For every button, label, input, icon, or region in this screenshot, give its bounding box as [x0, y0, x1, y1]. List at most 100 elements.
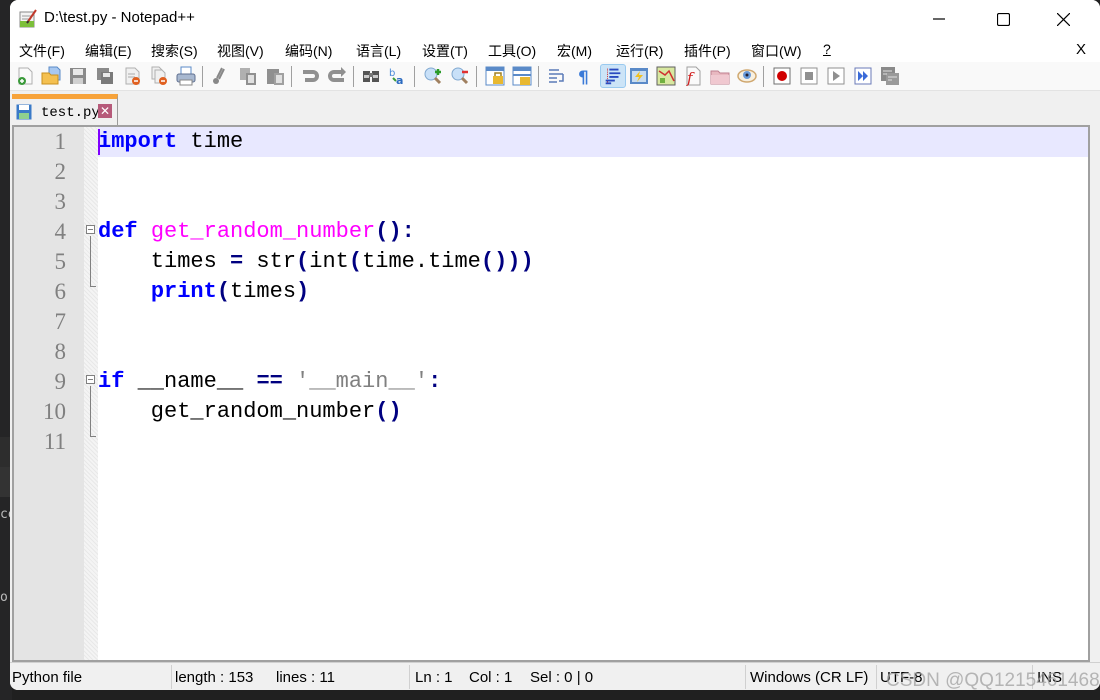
code-area[interactable]: import time def get_random_number(): time…: [98, 127, 1088, 660]
status-divider: [876, 665, 877, 689]
status-line: Ln : 1: [415, 669, 453, 686]
code-token: __name__: [124, 369, 257, 394]
notepadpp-logo-icon: [19, 9, 37, 28]
background-text: o: [0, 590, 8, 605]
menu-language[interactable]: 语言(L): [356, 41, 401, 61]
code-token: times: [230, 279, 297, 304]
menu-edit[interactable]: 编辑(E): [85, 41, 132, 61]
title-bar: D:\test.py - Notepad++: [10, 0, 1100, 38]
code-line[interactable]: [98, 337, 1088, 367]
menu-search[interactable]: 搜索(S): [151, 41, 198, 61]
cut-icon[interactable]: [210, 66, 230, 86]
code-line[interactable]: [98, 307, 1088, 337]
menu-file[interactable]: 文件(F): [19, 41, 65, 61]
status-column: Col : 1: [469, 669, 513, 686]
code-editor[interactable]: 1 2 3 4 5 6 7 8 9 10 11 import time def get_random_…: [12, 125, 1090, 662]
menu-bar: 文件(F) 编辑(E) 搜索(S) 视图(V) 编码(N) 语言(L) 设置(T…: [10, 38, 1100, 62]
code-token: import: [98, 129, 178, 154]
close-file-icon[interactable]: [123, 66, 143, 86]
menu-plugins[interactable]: 插件(P): [684, 41, 731, 61]
code-token: int: [309, 249, 349, 274]
save-icon[interactable]: [68, 66, 88, 86]
code-token: ())): [480, 249, 534, 274]
maximize-button[interactable]: [974, 0, 1032, 38]
code-token: get_random_number: [98, 399, 376, 424]
menu-encoding[interactable]: 编码(N): [285, 41, 332, 61]
menu-macro[interactable]: 宏(M): [557, 41, 592, 61]
code-line[interactable]: if __name__ == '__main__':: [98, 367, 1088, 397]
code-line[interactable]: [98, 427, 1088, 457]
fold-toggle-icon[interactable]: [86, 375, 95, 384]
fold-toggle-icon[interactable]: [86, 225, 95, 234]
save-all-icon[interactable]: [95, 66, 115, 86]
code-line[interactable]: [98, 187, 1088, 217]
tab-bar: test.py ✕: [10, 92, 1100, 125]
sync-horizontal-icon[interactable]: [512, 66, 532, 86]
code-token: ==: [256, 369, 283, 394]
macro-record-icon[interactable]: [772, 66, 792, 86]
close-document-button[interactable]: X: [1076, 41, 1086, 58]
show-all-chars-icon[interactable]: ¶: [574, 66, 594, 86]
code-token: ():: [375, 219, 415, 244]
word-wrap-icon[interactable]: [547, 66, 567, 86]
code-token: (: [348, 249, 363, 274]
minimize-button[interactable]: [910, 0, 968, 38]
paste-icon[interactable]: [265, 66, 285, 86]
close-all-icon[interactable]: [150, 66, 170, 86]
svg-text:b: b: [389, 68, 395, 79]
function-list-icon[interactable]: f: [683, 66, 703, 86]
toolbar-separator: [763, 66, 764, 87]
svg-text:¶: ¶: [578, 68, 589, 86]
toolbar: ba ¶ f: [10, 62, 1100, 91]
code-line[interactable]: def get_random_number():: [98, 217, 1088, 247]
tab-test-py[interactable]: test.py ✕: [12, 94, 118, 125]
document-map-icon[interactable]: [656, 66, 676, 86]
code-token: if: [98, 369, 125, 394]
copy-icon[interactable]: [238, 66, 258, 86]
toolbar-separator: [202, 66, 203, 87]
macro-stop-icon[interactable]: [799, 66, 819, 86]
monitoring-icon[interactable]: [737, 66, 757, 86]
menu-window[interactable]: 窗口(W): [751, 41, 802, 61]
sync-vertical-icon[interactable]: [485, 66, 505, 86]
undo-icon[interactable]: [300, 66, 320, 86]
tab-close-icon[interactable]: ✕: [98, 104, 112, 118]
redo-icon[interactable]: [327, 66, 347, 86]
minimize-icon: [933, 18, 945, 20]
code-token: :: [428, 369, 442, 394]
menu-help[interactable]: ?: [823, 41, 831, 57]
code-token: time.time: [362, 249, 481, 274]
code-line[interactable]: print(times): [98, 277, 1088, 307]
status-lines: lines : 11: [276, 669, 335, 686]
status-length: length : 153: [175, 669, 254, 686]
code-token: time: [177, 129, 244, 154]
close-window-button[interactable]: [1034, 0, 1092, 38]
open-file-icon[interactable]: [41, 66, 61, 86]
menu-view[interactable]: 视图(V): [217, 41, 264, 61]
macro-run-multiple-icon[interactable]: [853, 66, 873, 86]
macro-play-icon[interactable]: [826, 66, 846, 86]
replace-icon[interactable]: ba: [388, 66, 408, 86]
menu-settings[interactable]: 设置(T): [422, 41, 468, 61]
svg-text:a: a: [396, 74, 403, 86]
find-icon[interactable]: [361, 66, 381, 86]
zoom-out-icon[interactable]: [450, 66, 470, 86]
toolbar-separator: [414, 66, 415, 87]
status-eol[interactable]: Windows (CR LF): [750, 669, 868, 686]
menu-tools[interactable]: 工具(O): [488, 41, 536, 61]
folder-workspace-icon[interactable]: [710, 66, 730, 86]
code-line[interactable]: import time: [98, 127, 1088, 157]
code-line[interactable]: times = str(int(time.time())): [98, 247, 1088, 277]
line-number: 9: [54, 369, 67, 394]
new-file-icon[interactable]: [16, 66, 36, 86]
print-icon[interactable]: [176, 66, 196, 86]
indent-guide-icon[interactable]: [600, 64, 626, 88]
menu-run[interactable]: 运行(R): [616, 41, 663, 61]
code-token: times: [98, 249, 231, 274]
zoom-in-icon[interactable]: [423, 66, 443, 86]
code-line[interactable]: [98, 157, 1088, 187]
status-divider: [171, 665, 172, 689]
udl-icon[interactable]: [629, 66, 649, 86]
macro-save-icon[interactable]: [880, 66, 900, 86]
code-line[interactable]: get_random_number(): [98, 397, 1088, 427]
